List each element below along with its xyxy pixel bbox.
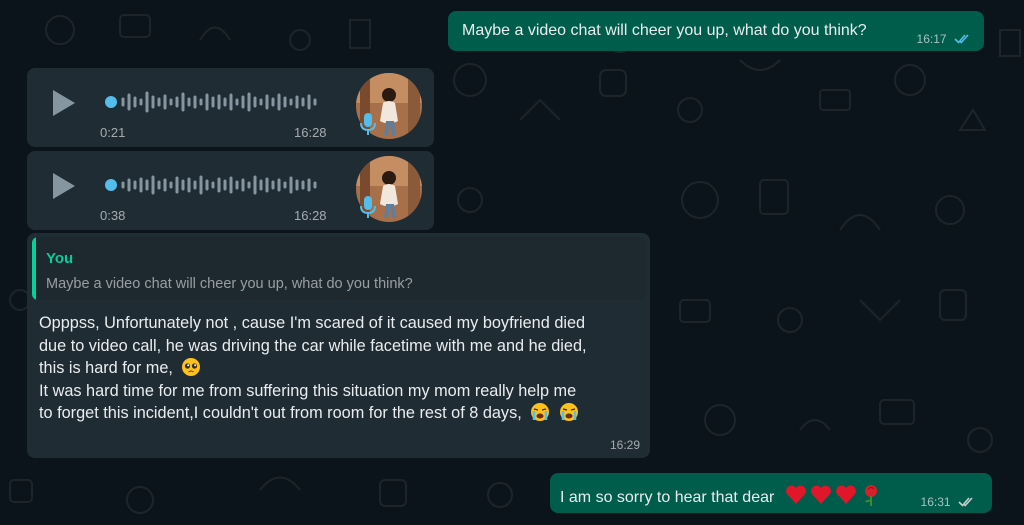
message-time: 16:28 xyxy=(294,208,327,223)
message-time: 16:28 xyxy=(294,125,327,140)
outgoing-message-2[interactable]: I am so sorry to hear that dear 16:31 xyxy=(550,473,992,513)
double-check-icon xyxy=(958,497,973,507)
voice-duration: 0:38 xyxy=(100,208,126,223)
crying-face-emoji xyxy=(531,403,550,422)
message-text-wrap: I am so sorry to hear that dear xyxy=(560,484,885,511)
message-line: to forget this incident,I couldn't out f… xyxy=(39,404,522,423)
mic-icon xyxy=(360,196,376,218)
voice-duration: 0:21 xyxy=(100,125,126,140)
message-body: Opppss, Unfortunately not , cause I'm sc… xyxy=(39,312,587,425)
message-line: due to video call, he was driving the ca… xyxy=(39,336,587,355)
rose-emoji xyxy=(864,485,877,506)
heart-emoji xyxy=(810,485,831,504)
play-icon[interactable] xyxy=(53,173,75,199)
quote-accent-bar xyxy=(32,237,36,300)
message-time: 16:17 xyxy=(916,32,947,46)
mic-icon xyxy=(360,113,376,135)
quoted-message[interactable]: You Maybe a video chat will cheer you up… xyxy=(32,237,645,300)
heart-emoji xyxy=(835,485,856,504)
message-meta: 16:31 xyxy=(921,493,976,511)
quoted-text: Maybe a video chat will cheer you up, wh… xyxy=(46,276,413,292)
voice-message-2[interactable]: 0:38 16:28 xyxy=(27,151,434,230)
crying-face-emoji xyxy=(559,403,578,422)
heart-emoji xyxy=(785,485,806,504)
voice-waveform[interactable] xyxy=(105,90,325,114)
message-text: I am so sorry to hear that dear xyxy=(560,489,775,506)
message-text: Maybe a video chat will cheer you up, wh… xyxy=(462,22,867,39)
quoted-author: You xyxy=(46,250,74,267)
message-time: 16:31 xyxy=(920,495,951,509)
play-icon[interactable] xyxy=(53,90,75,116)
message-line: this is hard for me, xyxy=(39,359,173,378)
emoji-group xyxy=(785,484,885,511)
voice-waveform[interactable] xyxy=(105,173,325,197)
double-check-icon xyxy=(954,34,969,44)
incoming-reply-message[interactable]: You Maybe a video chat will cheer you up… xyxy=(27,233,650,458)
message-line: It was hard time for me from suffering t… xyxy=(39,381,577,400)
message-meta: 16:17 xyxy=(917,30,972,48)
pleading-face-emoji xyxy=(182,358,201,377)
message-time: 16:29 xyxy=(609,438,640,452)
message-line: Opppss, Unfortunately not , cause I'm sc… xyxy=(39,314,586,332)
voice-message-1[interactable]: 0:21 16:28 xyxy=(27,68,434,147)
outgoing-message-1[interactable]: Maybe a video chat will cheer you up, wh… xyxy=(448,11,984,51)
